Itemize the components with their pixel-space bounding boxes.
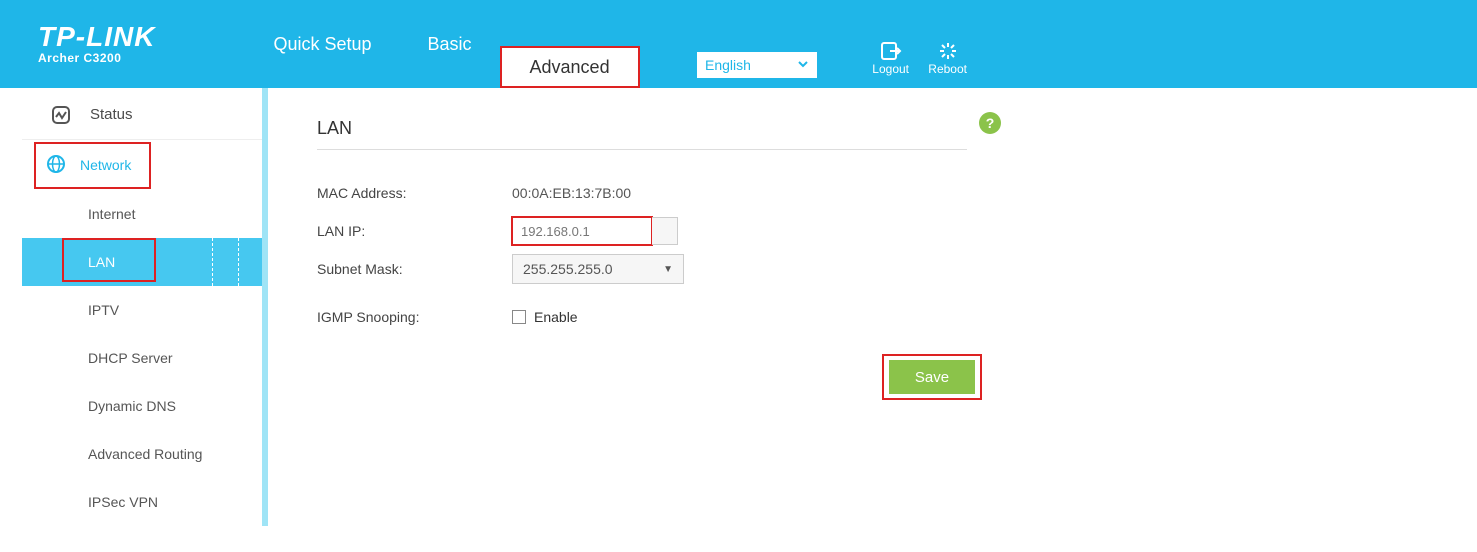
help-button[interactable]: ? bbox=[979, 112, 1001, 134]
sidebar-sub-iptv[interactable]: IPTV bbox=[22, 286, 262, 334]
tab-advanced[interactable]: Advanced bbox=[500, 46, 640, 88]
question-icon: ? bbox=[986, 115, 995, 131]
brand: TP-LINK Archer C3200 bbox=[38, 23, 155, 65]
language-select[interactable]: English bbox=[697, 52, 817, 78]
brand-logo: TP-LINK bbox=[38, 23, 155, 51]
status-icon bbox=[50, 104, 72, 126]
sidebar-item-label: Status bbox=[90, 106, 133, 123]
sidebar: Status Network Internet LAN IPTV DHCP Se… bbox=[22, 88, 262, 526]
logout-button[interactable]: Logout bbox=[872, 40, 909, 76]
tab-basic[interactable]: Basic bbox=[400, 0, 500, 88]
subnet-select[interactable]: 255.255.255.0 ▼ bbox=[512, 254, 684, 284]
save-button[interactable]: Save bbox=[889, 360, 975, 394]
igmp-checkbox[interactable] bbox=[512, 310, 526, 324]
sidebar-sub-ddns[interactable]: Dynamic DNS bbox=[22, 382, 262, 430]
reboot-button[interactable]: Reboot bbox=[928, 40, 967, 76]
subnet-label: Subnet Mask: bbox=[317, 261, 512, 277]
subnet-value: 255.255.255.0 bbox=[523, 261, 613, 277]
tab-quick-setup[interactable]: Quick Setup bbox=[245, 0, 399, 88]
sidebar-item-status[interactable]: Status bbox=[22, 90, 262, 140]
triangle-down-icon: ▼ bbox=[663, 264, 673, 275]
sidebar-sub-label: Dynamic DNS bbox=[88, 398, 176, 414]
lan-ip-input[interactable] bbox=[512, 217, 652, 245]
save-highlight: Save bbox=[882, 354, 982, 400]
mac-value: 00:0A:EB:13:7B:00 bbox=[512, 185, 631, 201]
reboot-icon bbox=[937, 40, 959, 62]
logout-icon bbox=[880, 40, 902, 62]
language-value: English bbox=[705, 57, 751, 73]
sidebar-sub-ipsec[interactable]: IPSec VPN bbox=[22, 478, 262, 526]
top-tabs: Quick Setup Basic Advanced bbox=[245, 0, 639, 88]
mac-label: MAC Address: bbox=[317, 185, 512, 201]
sidebar-sub-lan[interactable]: LAN bbox=[22, 238, 262, 286]
sidebar-sub-routing[interactable]: Advanced Routing bbox=[22, 430, 262, 478]
header: TP-LINK Archer C3200 Quick Setup Basic A… bbox=[0, 0, 1477, 88]
content: LAN ? MAC Address: 00:0A:EB:13:7B:00 LAN… bbox=[262, 88, 1477, 526]
sidebar-sub-label: IPSec VPN bbox=[88, 494, 158, 510]
enable-label: Enable bbox=[534, 309, 578, 325]
sidebar-sub-label: DHCP Server bbox=[88, 350, 173, 366]
brand-model: Archer C3200 bbox=[38, 51, 155, 65]
sidebar-sub-internet[interactable]: Internet bbox=[22, 190, 262, 238]
lan-ip-extra bbox=[652, 217, 678, 245]
igmp-label: IGMP Snooping: bbox=[317, 309, 512, 325]
sidebar-sub-label: Advanced Routing bbox=[88, 446, 202, 462]
sidebar-item-network[interactable]: Network bbox=[34, 142, 151, 189]
chevron-down-icon bbox=[797, 58, 809, 73]
sidebar-sub-dhcp[interactable]: DHCP Server bbox=[22, 334, 262, 382]
logout-label: Logout bbox=[872, 62, 909, 76]
sidebar-sub-label: IPTV bbox=[88, 302, 119, 318]
sidebar-sub-label: Internet bbox=[88, 206, 135, 222]
lan-ip-label: LAN IP: bbox=[317, 223, 512, 239]
page-title: LAN bbox=[317, 118, 352, 139]
globe-icon bbox=[46, 154, 66, 177]
sidebar-item-label: Network bbox=[80, 157, 131, 173]
reboot-label: Reboot bbox=[928, 62, 967, 76]
sidebar-sub-label: LAN bbox=[88, 254, 115, 270]
